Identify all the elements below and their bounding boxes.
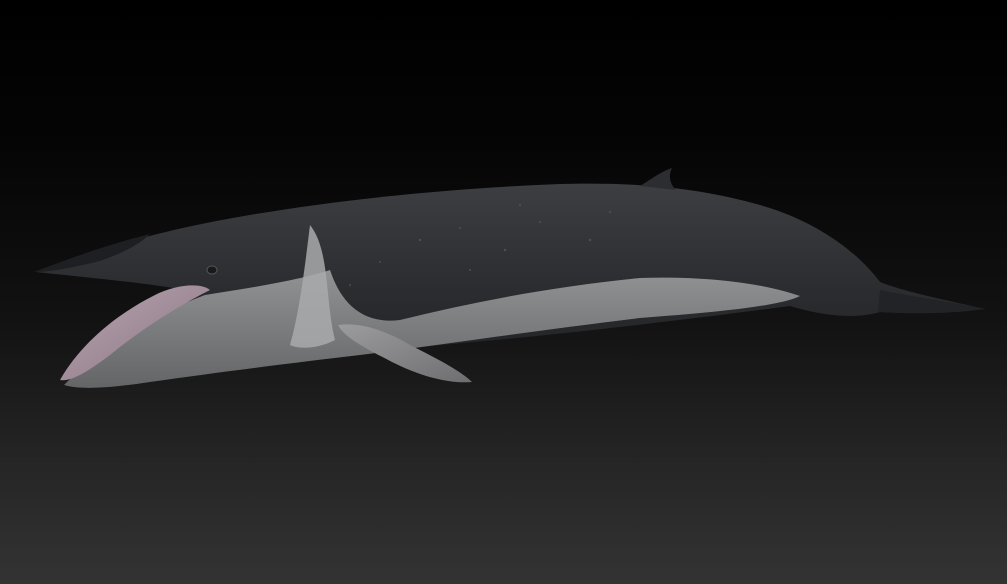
whale-eye	[206, 265, 218, 275]
whale-illustration	[34, 168, 986, 388]
tail-fluke	[878, 290, 986, 314]
render-viewport	[0, 0, 1007, 584]
